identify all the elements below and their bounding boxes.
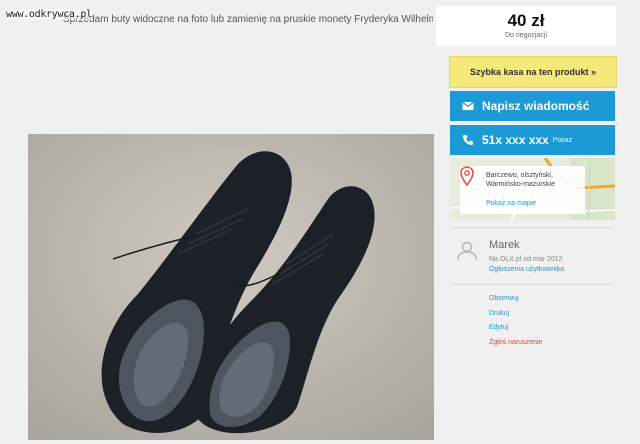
divider (450, 227, 615, 228)
send-message-label: Napisz wiadomość (482, 99, 590, 113)
map-pin-icon (460, 166, 474, 186)
ad-description: Sprzedam buty widoczne na foto lub zamie… (63, 14, 433, 25)
product-photo[interactable] (28, 134, 434, 440)
edit-link[interactable]: Edytuj (489, 324, 508, 331)
phone-number: 51x xxx xxx (482, 133, 549, 147)
divider (450, 284, 615, 285)
send-message-button[interactable]: Napisz wiadomość (450, 91, 615, 121)
report-link[interactable]: Zgłoś naruszenie (489, 339, 542, 346)
location-text: Barczewo, olsztyński, Warmińsko-mazurski… (486, 171, 586, 189)
watermark: www.odkrywca.pl (6, 9, 92, 20)
fast-checkout-button[interactable]: Szybka kasa na ten produkt » (449, 56, 617, 88)
price-amount: 40 zł (507, 11, 545, 30)
shoes-image (28, 134, 434, 440)
price-negotiable-note: Do negocjacji (504, 32, 548, 39)
seller-name: Marek (489, 239, 520, 251)
show-phone-button[interactable]: 51x xxx xxx Pokaż (450, 125, 615, 155)
phone-icon (463, 135, 473, 145)
user-icon (457, 241, 477, 261)
seller-ads-link[interactable]: Ogłoszenia użytkownika (489, 266, 564, 273)
location-line-1: Barczewo, olsztyński, (486, 172, 553, 179)
envelope-icon (462, 101, 474, 110)
phone-show-link[interactable]: Pokaż (553, 137, 572, 144)
location-line-2: Warmińsko-mazurskie (486, 181, 555, 188)
price-box: 40 zł Do negocjacji (436, 6, 616, 46)
print-link[interactable]: Drukuj (489, 310, 509, 317)
observe-link[interactable]: Obserwuj (489, 295, 519, 302)
location-map[interactable]: Barczewo, olsztyński, Warmińsko-mazurski… (450, 158, 615, 220)
location-card: Barczewo, olsztyński, Warmińsko-mazurski… (460, 166, 585, 214)
show-map-link[interactable]: Pokaż na mapie (486, 200, 536, 207)
seller-since: Na OLX.pl od mar 2012 (489, 256, 563, 263)
